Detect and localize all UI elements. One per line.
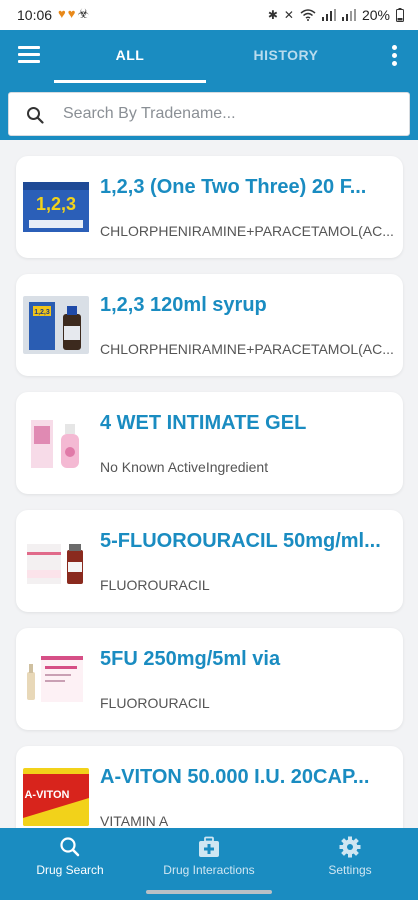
notification-icons: ♥♥☣ [58, 6, 91, 22]
drug-tradename: 4 WET INTIMATE GEL [100, 412, 307, 434]
drug-card[interactable]: 1,2,3 1,2,3 120ml syrup CHLORPHENIRAMINE… [16, 274, 403, 376]
drug-card[interactable]: 1,2,3 1,2,3 (One Two Three) 20 F... CHLO… [16, 156, 403, 258]
nav-settings-label: Settings [328, 863, 372, 877]
wifi-icon [300, 9, 316, 21]
vial-box-thumbnail [23, 532, 89, 590]
drug-tradename: 1,2,3 120ml syrup [100, 294, 267, 316]
drug-tradename: 5FU 250mg/5ml via [100, 648, 281, 670]
thumb-brand-text: 1,2,3 [34, 309, 50, 316]
search-input[interactable] [63, 93, 393, 135]
tab-history[interactable]: HISTORY [210, 30, 362, 88]
drug-card[interactable]: 4 WET INTIMATE GEL No Known ActiveIngred… [16, 392, 403, 494]
medical-kit-icon [199, 836, 219, 857]
syrup-bottle-thumbnail: 1,2,3 [23, 296, 89, 354]
pink-gel-thumbnail [23, 414, 89, 472]
heart-notification-icon: ♥ [58, 6, 68, 21]
nav-drug-search-label: Drug Search [36, 863, 104, 877]
gear-icon [339, 836, 361, 858]
drug-ingredient: FLUOROURACIL [100, 695, 210, 711]
status-bar: 10:06 ♥♥☣ ✱ ✕ 20% [0, 0, 418, 30]
menu-icon[interactable] [18, 46, 40, 64]
drug-card[interactable]: 5FU 250mg/5ml via FLUOROURACIL [16, 628, 403, 730]
app-bar: ALL HISTORY [0, 30, 418, 88]
home-gesture-handle[interactable] [146, 890, 272, 894]
battery-icon [396, 8, 404, 22]
nav-drug-interactions-label: Drug Interactions [163, 863, 255, 877]
ampoule-box-thumbnail [23, 650, 89, 708]
signal-icon [321, 9, 336, 21]
status-right-icons: ✱ ✕ 20% [268, 7, 404, 23]
nav-drug-search[interactable]: Drug Search [18, 836, 122, 877]
search-icon [60, 837, 80, 857]
drug-ingredient: No Known ActiveIngredient [100, 459, 269, 475]
search-box [8, 92, 410, 136]
drug-card[interactable]: A-VITON A-VITON 50.000 I.U. 20CAP... VIT… [16, 746, 403, 828]
bluetooth-icon: ✱ [267, 8, 278, 22]
tab-indicator [54, 80, 206, 83]
drug-ingredient: CHLORPHENIRAMINE+PARACETAMOL(AC... [100, 223, 394, 239]
app-notification-icon: ☣ [77, 6, 92, 21]
heart-notification-icon-2: ♥ [67, 6, 78, 21]
search-icon [27, 107, 44, 124]
blue-box-thumbnail: 1,2,3 [23, 178, 89, 236]
search-bar-container [0, 88, 418, 140]
nav-drug-interactions[interactable]: Drug Interactions [146, 836, 272, 877]
drug-card[interactable]: 5-FLUOROURACIL 50mg/ml... FLUOROURACIL [16, 510, 403, 612]
drug-tradename: 5-FLUOROURACIL 50mg/ml... [100, 530, 381, 552]
signal-icon-2 [341, 9, 356, 21]
red-box-thumbnail: A-VITON [23, 768, 89, 826]
mute-icon: ✕ [283, 8, 294, 22]
tab-history-label: HISTORY [253, 47, 319, 63]
thumb-brand-text: A-VITON [24, 789, 69, 801]
nav-settings[interactable]: Settings [310, 836, 390, 877]
tab-all-label: ALL [115, 47, 145, 63]
drug-tradename: A-VITON 50.000 I.U. 20CAP... [100, 766, 370, 788]
battery-level: 20% [361, 7, 390, 23]
status-time: 10:06 [17, 7, 53, 23]
tab-all[interactable]: ALL [54, 30, 206, 88]
drug-list: 1,2,3 1,2,3 (One Two Three) 20 F... CHLO… [0, 140, 418, 828]
thumb-brand-text: 1,2,3 [36, 194, 76, 214]
drug-ingredient: VITAMIN A [100, 813, 169, 828]
drug-ingredient: FLUOROURACIL [100, 577, 210, 593]
drug-tradename: 1,2,3 (One Two Three) 20 F... [100, 176, 367, 198]
drug-ingredient: CHLORPHENIRAMINE+PARACETAMOL(AC... [100, 341, 394, 357]
more-options-icon[interactable] [392, 45, 398, 69]
